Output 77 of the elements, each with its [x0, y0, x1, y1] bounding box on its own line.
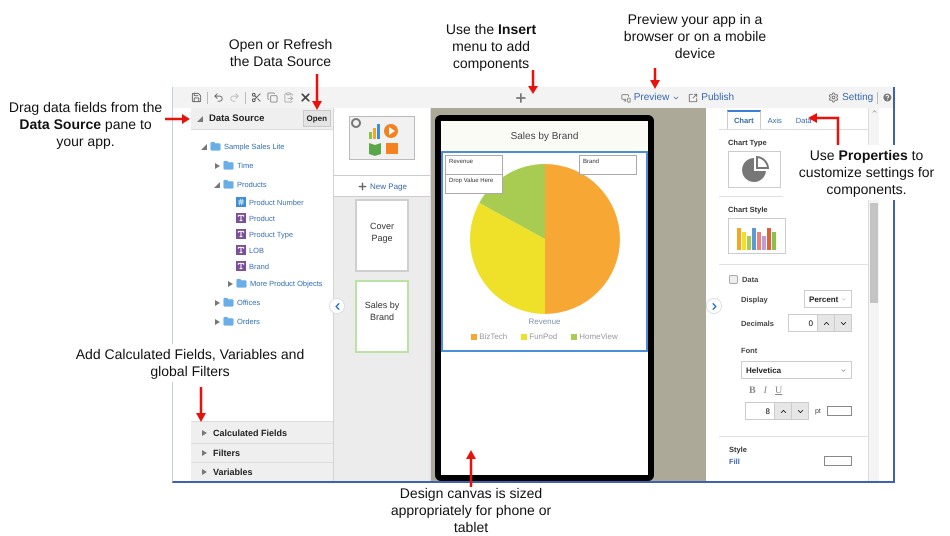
expanded-triangle-icon[interactable] [197, 116, 203, 122]
text-field-icon [236, 245, 246, 255]
preview-button[interactable]: Preview [620, 92, 680, 103]
callout-arrow [650, 68, 660, 89]
legend-item: BizTech [471, 332, 508, 341]
new-page-button[interactable]: New Page [334, 175, 430, 197]
accordion-section[interactable]: Variables [191, 462, 333, 481]
collapsed-triangle-icon[interactable] [214, 318, 220, 324]
component-palette-drawing[interactable] [349, 116, 415, 160]
devices-icon [620, 92, 631, 102]
page-title: Sales by Brand [441, 121, 648, 151]
collapsed-triangle-icon[interactable] [214, 162, 220, 168]
pie-chart-icon [740, 154, 770, 184]
number-field[interactable]: 0 [788, 314, 818, 332]
text-field-icon [236, 213, 246, 223]
collapse-button[interactable] [329, 298, 345, 314]
publish-button[interactable]: Publish [688, 92, 734, 103]
share-icon [688, 92, 698, 102]
chart-type-picker[interactable] [728, 151, 781, 188]
folder-icon [223, 316, 234, 327]
text-field-icon [236, 261, 246, 271]
text-field-icon [236, 229, 246, 239]
scrollbar-thumb[interactable] [870, 203, 878, 303]
collapsed-triangle-icon[interactable] [214, 300, 220, 306]
font-select[interactable]: Helvetica [741, 361, 852, 379]
legend-item: FunPod [521, 332, 558, 341]
axis-label: Revenue [528, 317, 561, 326]
scroll-up-icon[interactable] [870, 108, 878, 115]
expand-button[interactable] [706, 298, 722, 314]
help-icon[interactable] [882, 92, 893, 103]
format-button[interactable]: B [745, 385, 760, 396]
number-field[interactable]: 8 [745, 402, 775, 420]
color-swatch[interactable] [826, 406, 852, 416]
display-select[interactable]: Percent [804, 290, 852, 308]
callout-arrow [165, 114, 190, 124]
collapsed-triangle-icon[interactable] [201, 469, 207, 475]
collapsed-triangle-icon[interactable] [201, 430, 207, 436]
caret-icon [841, 296, 847, 302]
chart-style-picker[interactable] [728, 218, 786, 254]
setting-button[interactable]: Setting [828, 92, 874, 103]
folder-icon [223, 160, 234, 171]
increment-button[interactable] [775, 402, 792, 420]
undo-icon[interactable] [213, 92, 224, 103]
increment-button[interactable] [818, 314, 835, 332]
folder-icon [210, 141, 221, 152]
open-button[interactable]: Open [302, 110, 331, 127]
folder-icon [223, 179, 234, 190]
collapsed-triangle-icon[interactable] [227, 280, 233, 286]
format-button[interactable]: I [760, 385, 772, 396]
delete-icon[interactable] [299, 91, 312, 104]
page-thumbnail[interactable]: Sales by Brand [355, 280, 409, 353]
accordion-section[interactable]: Calculated Fields [191, 421, 333, 443]
callout-arrow [196, 387, 206, 422]
paste-icon[interactable] [283, 92, 294, 103]
caret-icon [840, 366, 847, 374]
expanded-triangle-icon[interactable] [214, 182, 220, 188]
color-swatch[interactable] [824, 456, 852, 466]
format-button[interactable]: U [771, 385, 786, 396]
folder-icon [236, 278, 247, 289]
save-icon[interactable] [191, 92, 202, 103]
copy-icon[interactable] [267, 92, 278, 103]
expanded-triangle-icon[interactable] [201, 144, 207, 150]
plus-icon [357, 180, 368, 192]
checkbox[interactable] [729, 275, 738, 284]
cut-icon[interactable] [251, 92, 262, 103]
panel-title: Data Source [209, 113, 266, 124]
collapsed-triangle-icon[interactable] [201, 450, 207, 456]
legend-item: HomeView [571, 332, 618, 341]
callout-arrow [528, 70, 538, 94]
settings-icon [828, 92, 840, 103]
insert-icon[interactable] [514, 90, 528, 104]
callout-arrow [312, 74, 322, 110]
folder-icon [223, 297, 234, 308]
number-field-icon [236, 197, 246, 207]
accordion-section[interactable]: Filters [191, 443, 333, 462]
callout-arrow [466, 450, 476, 487]
page-thumbnail[interactable]: Cover Page [355, 199, 409, 272]
